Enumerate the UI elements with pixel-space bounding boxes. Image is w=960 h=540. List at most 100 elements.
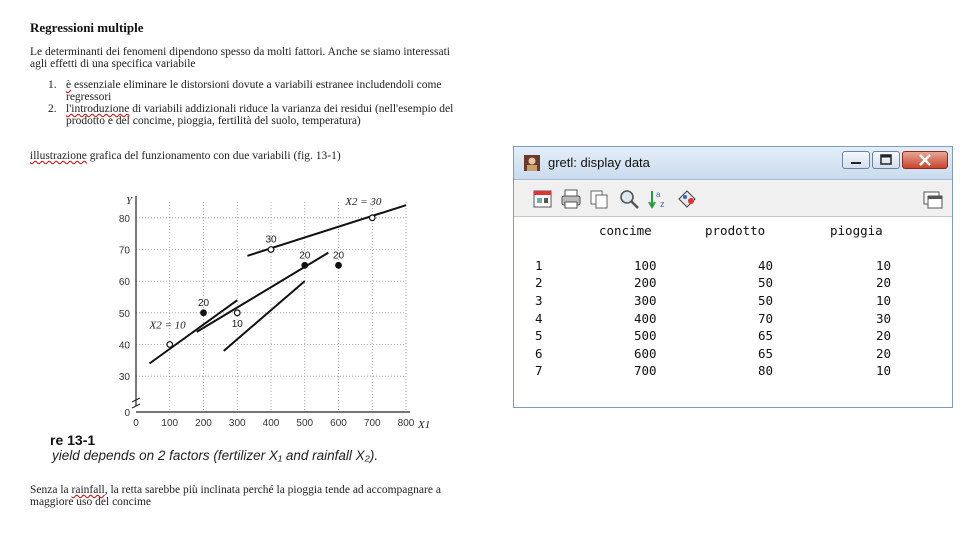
column-header: concime bbox=[599, 223, 652, 238]
figure-number: re 13-1 bbox=[50, 432, 96, 448]
svg-text:a: a bbox=[656, 190, 661, 199]
table-cell: 300 bbox=[634, 293, 657, 308]
table-cell: 10 bbox=[876, 293, 892, 308]
print-icon[interactable] bbox=[560, 188, 582, 210]
table-cell: 700 bbox=[634, 363, 657, 378]
line-annotation: X2 = 10 bbox=[149, 320, 187, 332]
footer-paragraph: Senza la rainfall, la retta sarebbe più … bbox=[30, 484, 470, 508]
table-cell: 200 bbox=[634, 275, 657, 290]
regression-line bbox=[196, 251, 329, 333]
y-tick-label: 40 bbox=[119, 341, 131, 352]
y-tick-label: 30 bbox=[119, 372, 131, 383]
table-row[interactable]: 1 100 40 10 bbox=[528, 258, 948, 275]
row-id: 7 bbox=[535, 363, 543, 378]
point-label: 20 bbox=[299, 250, 311, 261]
column-header: pioggia bbox=[830, 223, 883, 238]
x-tick-label: 100 bbox=[161, 418, 178, 429]
data-point bbox=[368, 214, 376, 222]
table-cell: 40 bbox=[758, 258, 774, 273]
table-row[interactable]: 6 600 65 20 bbox=[528, 346, 948, 363]
svg-text:z: z bbox=[660, 199, 665, 209]
title-bar[interactable]: gretl: display data bbox=[514, 147, 952, 180]
maximize-icon bbox=[880, 154, 892, 165]
edit-icon[interactable] bbox=[532, 188, 554, 210]
table-cell: 65 bbox=[758, 346, 774, 361]
table-row[interactable]: 2 200 50 20 bbox=[528, 275, 948, 292]
y-tick-label: 50 bbox=[119, 309, 131, 320]
table-row[interactable]: 5 500 65 20 bbox=[528, 328, 948, 345]
expand-icon[interactable] bbox=[922, 188, 944, 210]
plot-icon[interactable] bbox=[676, 188, 698, 210]
column-header: prodotto bbox=[705, 223, 766, 238]
data-point bbox=[200, 309, 207, 317]
illustration-text: grafica del funzionamento con due variab… bbox=[86, 150, 341, 162]
table-row[interactable]: 7 700 80 10 bbox=[528, 363, 948, 380]
illustration-paragraph: illustrazione grafica del funzionamento … bbox=[30, 150, 460, 162]
gretl-data-window: gretl: display data a z concime prodotto… bbox=[513, 146, 953, 408]
sort-icon[interactable]: a z bbox=[648, 188, 670, 210]
maximize-button[interactable] bbox=[872, 151, 900, 169]
copy-icon[interactable] bbox=[588, 188, 610, 210]
row-id: 2 bbox=[535, 275, 543, 290]
table-cell: 50 bbox=[758, 275, 774, 290]
list-number: 2. bbox=[48, 103, 57, 115]
spell-marked-word: rainfall bbox=[71, 484, 105, 496]
row-id: 1 bbox=[535, 258, 543, 273]
x-tick-label: 200 bbox=[195, 418, 212, 429]
point-label: 20 bbox=[333, 250, 345, 261]
x-tick-label: 600 bbox=[330, 418, 347, 429]
table-cell: 20 bbox=[876, 328, 892, 343]
y-tick-label: 80 bbox=[119, 214, 131, 225]
list-item-2: 2. l'introduzione di variabili addiziona… bbox=[48, 103, 460, 127]
close-icon bbox=[919, 154, 931, 166]
toolbar: a z bbox=[514, 180, 952, 217]
gretl-app-icon bbox=[524, 155, 540, 171]
document-title: Regressioni multiple bbox=[30, 20, 144, 35]
data-point bbox=[267, 246, 275, 253]
close-button[interactable] bbox=[902, 151, 948, 169]
row-id: 5 bbox=[535, 328, 543, 343]
figure-caption: yield depends on 2 factors (fertilizer X… bbox=[52, 448, 379, 463]
x-tick-label: 700 bbox=[364, 418, 381, 429]
search-icon[interactable] bbox=[618, 188, 640, 210]
table-cell: 20 bbox=[876, 346, 892, 361]
list-text: essenziale eliminare le distorsioni dovu… bbox=[66, 79, 442, 103]
list-number: 1. bbox=[48, 79, 57, 91]
spell-marked-word: l'introduzione bbox=[66, 103, 130, 115]
spell-marked-word: illustrazione bbox=[30, 150, 87, 162]
table-cell: 10 bbox=[876, 363, 892, 378]
table-cell: 600 bbox=[634, 346, 657, 361]
table-cell: 500 bbox=[634, 328, 657, 343]
minimize-button[interactable] bbox=[842, 151, 870, 169]
table-row[interactable]: 3 300 50 10 bbox=[528, 293, 948, 310]
row-id: 3 bbox=[535, 293, 543, 308]
x-tick-label: 500 bbox=[296, 418, 313, 429]
window-title: gretl: display data bbox=[548, 155, 650, 170]
y-tick-label: 60 bbox=[119, 277, 131, 288]
regression-line bbox=[148, 299, 238, 365]
x-tick-label: 800 bbox=[398, 418, 415, 429]
table-cell: 80 bbox=[758, 363, 774, 378]
data-point bbox=[301, 261, 309, 269]
data-point bbox=[166, 341, 174, 348]
row-id: 4 bbox=[535, 311, 543, 326]
point-label: 30 bbox=[265, 235, 277, 246]
data-table: concime prodotto pioggia 1 100 40 10 2 2… bbox=[528, 217, 952, 407]
table-cell: 65 bbox=[758, 328, 774, 343]
x-axis-label: X1 bbox=[417, 419, 430, 431]
x-tick-label: 400 bbox=[263, 418, 280, 429]
data-point bbox=[233, 309, 241, 317]
list-item-1: 1. è essenziale eliminare le distorsioni… bbox=[48, 79, 460, 103]
minimize-icon bbox=[851, 162, 861, 164]
x-tick-label: 0 bbox=[133, 418, 139, 429]
table-row[interactable]: 4 400 70 30 bbox=[528, 311, 948, 328]
regression-figure: 03040506070800 100 200 300 400 500 600 700 800YX… bbox=[119, 195, 430, 431]
table-cell: 400 bbox=[634, 311, 657, 326]
point-label: 10 bbox=[232, 319, 244, 330]
table-cell: 30 bbox=[876, 311, 892, 326]
line-annotation: X2 = 30 bbox=[344, 196, 382, 208]
y-tick-label: 0 bbox=[124, 408, 130, 419]
intro-paragraph: Le determinanti dei fenomeni dipendono s… bbox=[30, 46, 450, 70]
table-cell: 20 bbox=[876, 275, 892, 290]
x-tick-label: 300 bbox=[229, 418, 246, 429]
